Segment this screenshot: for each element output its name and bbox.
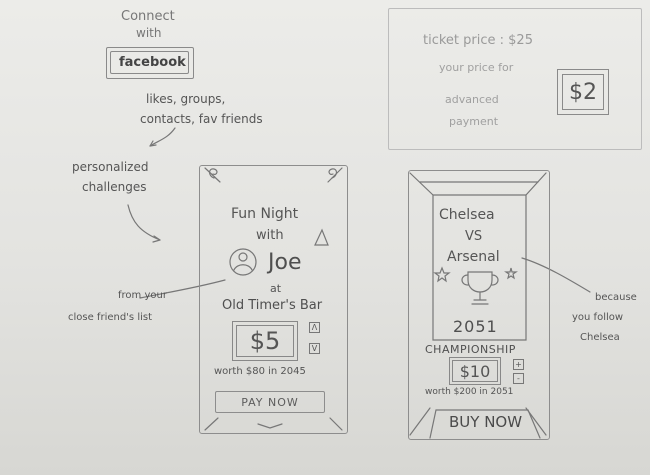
facebook-note-line2: contacts, fav friends — [140, 112, 263, 126]
facebook-button[interactable]: facebook — [106, 47, 194, 79]
pay-now-button[interactable]: PAY NOW — [215, 391, 325, 413]
ticket-price-label: ticket price : $25 — [423, 33, 533, 48]
phone-left: Fun Night with Joe at Old Timer's Bar $5… — [199, 165, 348, 434]
team-away: Arsenal — [447, 249, 500, 265]
event-label: CHAMPIONSHIP — [425, 343, 516, 356]
personalized-label: personalized — [72, 160, 149, 174]
challenge-title: Fun Night — [231, 206, 299, 222]
friends-note-line1: from your — [118, 290, 167, 301]
price-plus-icon[interactable]: + — [513, 359, 524, 370]
your-price-line1: your price for — [439, 61, 514, 74]
your-price-line2: advanced — [445, 93, 499, 106]
price-minus-icon[interactable]: - — [513, 373, 524, 384]
match-price-value: $10 — [452, 360, 498, 382]
worth-note: worth $80 in 2045 — [214, 366, 306, 377]
challenges-label: challenges — [82, 180, 147, 194]
vs-label: VS — [465, 229, 483, 244]
buy-now-button[interactable]: BUY NOW — [449, 413, 522, 431]
at-label: at — [270, 282, 282, 295]
follow-note-line2: you follow — [572, 312, 624, 323]
connect-label: Connect — [121, 9, 175, 24]
match-price: $10 — [449, 357, 501, 385]
friend-name: Joe — [268, 250, 302, 275]
connect-with-label: with — [136, 26, 162, 40]
advanced-price-value: $2 — [562, 74, 604, 110]
challenge-price-value: $5 — [236, 325, 294, 357]
price-up-icon[interactable]: Λ — [309, 322, 320, 333]
ticket-price-card: ticket price : $25 your price for advanc… — [388, 8, 642, 150]
follow-note-line3: Chelsea — [580, 332, 620, 343]
venue-name: Old Timer's Bar — [222, 298, 323, 313]
follow-note-line1: because — [595, 292, 637, 303]
team-home: Chelsea — [439, 207, 495, 223]
facebook-note-line1: likes, groups, — [146, 92, 226, 106]
challenge-price: $5 — [232, 321, 298, 361]
phone-right: Chelsea VS Arsenal 2051 CHAMPIONSHIP $10… — [408, 170, 550, 440]
price-down-icon[interactable]: V — [309, 343, 320, 354]
your-price-line3: payment — [449, 115, 499, 128]
event-year: 2051 — [453, 317, 498, 336]
facebook-label: facebook — [119, 55, 186, 70]
friends-note-line2: close friend's list — [68, 312, 153, 323]
challenge-with-label: with — [256, 228, 284, 243]
match-worth-note: worth $200 in 2051 — [425, 387, 514, 397]
advanced-price-box: $2 — [557, 69, 609, 115]
